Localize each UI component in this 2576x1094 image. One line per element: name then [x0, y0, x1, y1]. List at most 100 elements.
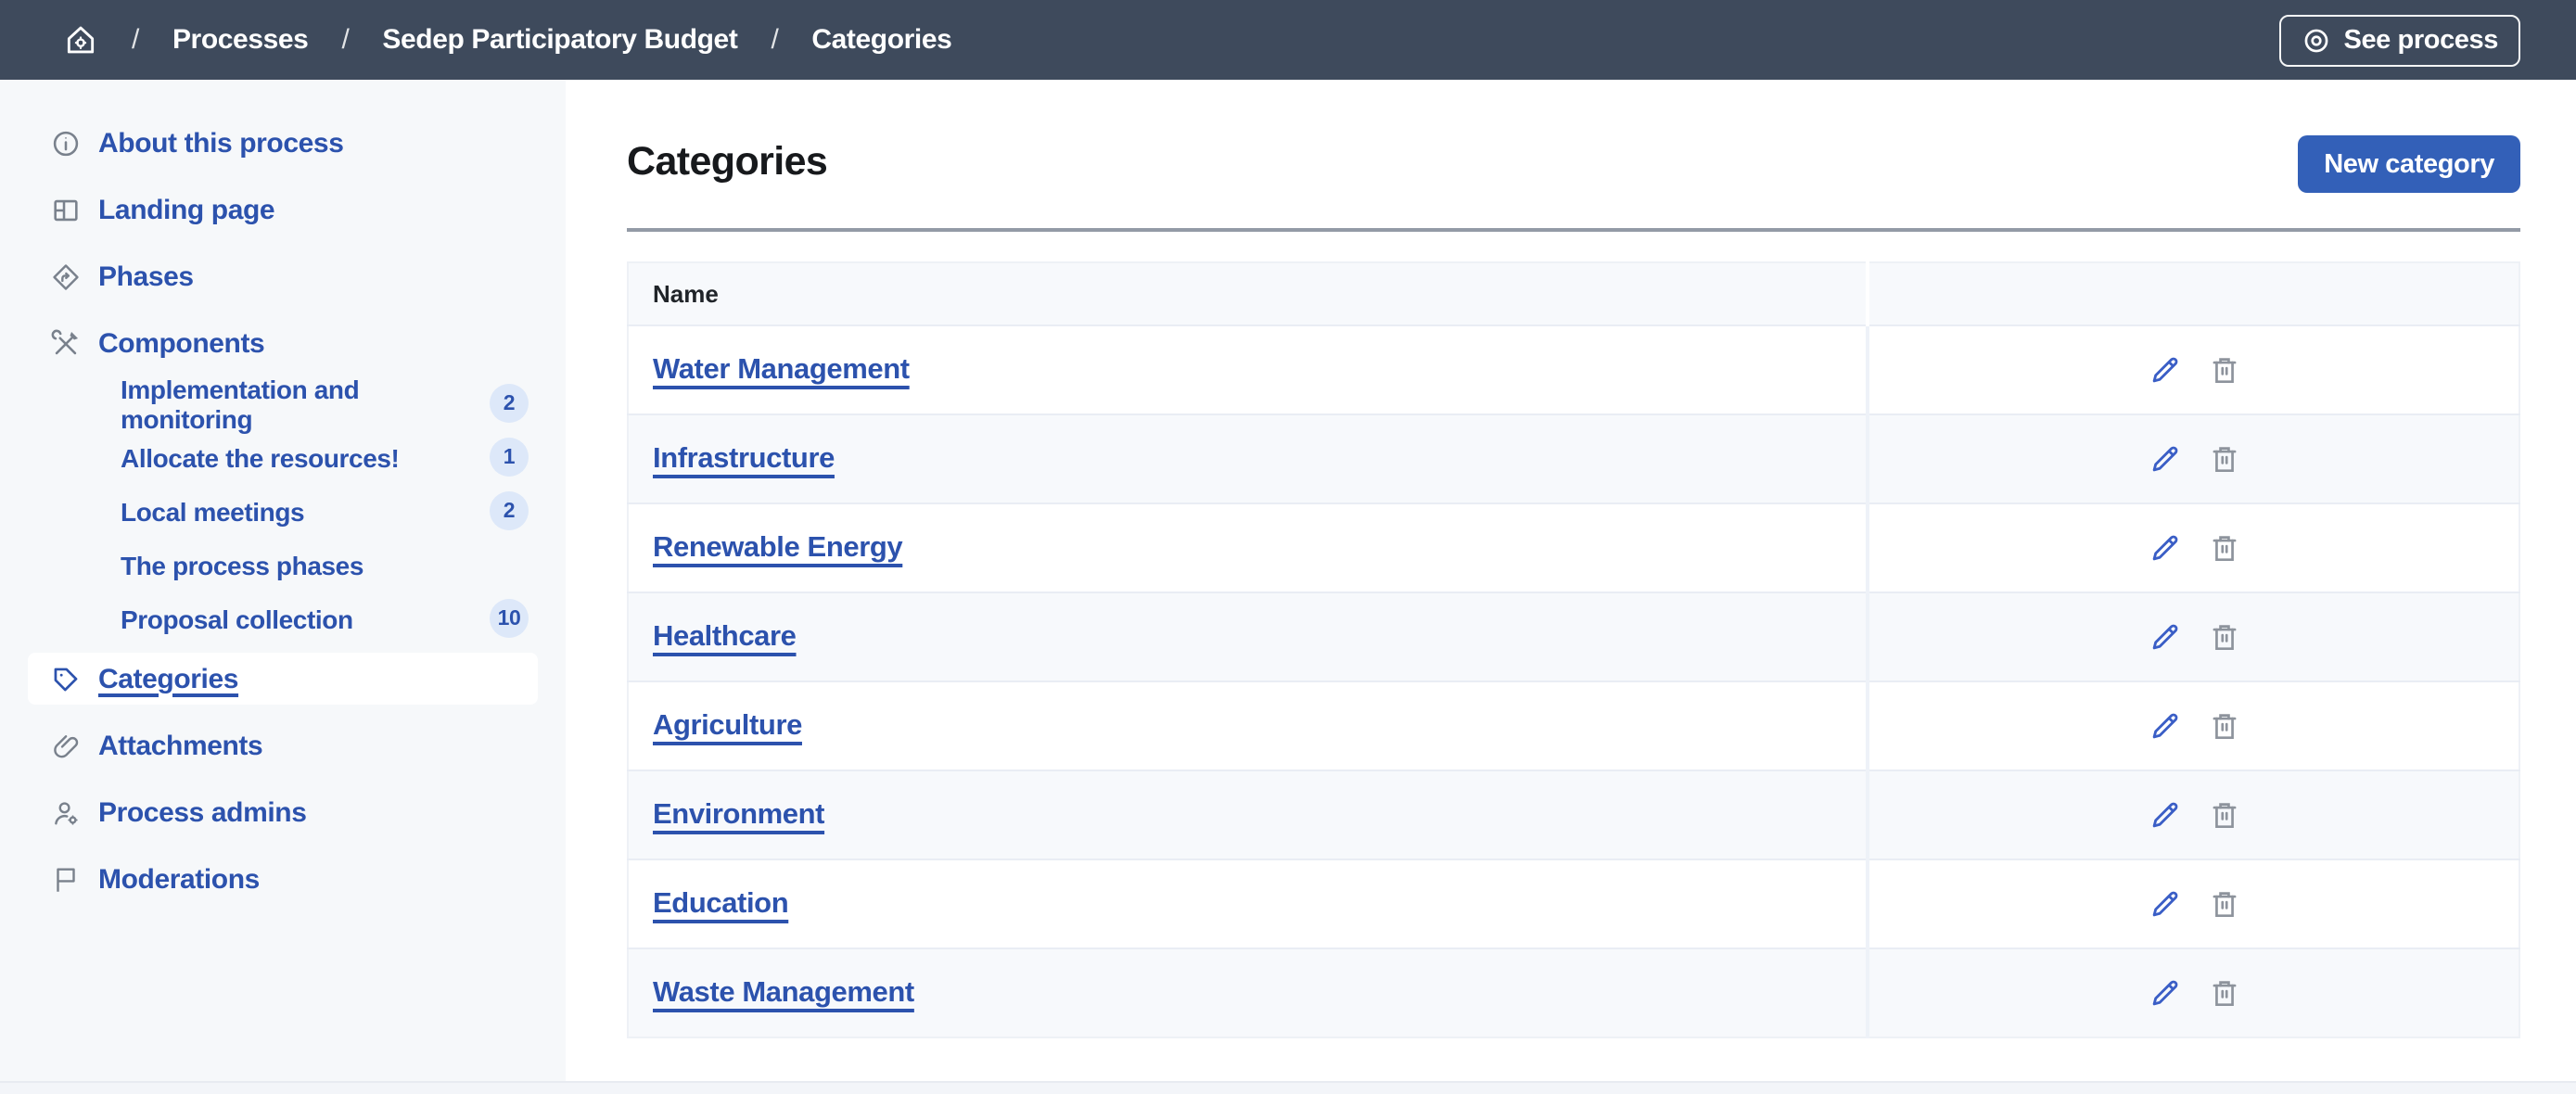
sidebar-subitem-local-meetings[interactable]: Local meetings 2	[0, 484, 566, 538]
count-badge: 2	[490, 491, 529, 530]
row-actions-cell	[1868, 503, 2519, 592]
table-row: Healthcare	[628, 592, 2519, 681]
category-link[interactable]: Environment	[653, 798, 824, 830]
breadcrumb-separator: /	[341, 24, 349, 56]
count-badge: 1	[490, 438, 529, 477]
delete-button[interactable]	[2206, 352, 2241, 388]
edit-button[interactable]	[2147, 530, 2182, 566]
edit-button[interactable]	[2147, 619, 2182, 655]
row-actions-cell	[1868, 948, 2519, 1037]
sidebar-subitem-proposal-collection[interactable]: Proposal collection10	[0, 592, 566, 645]
sidebar-item-landing-page[interactable]: Landing page	[0, 176, 566, 243]
sidebar-subitem-the-process-phases[interactable]: The process phases	[0, 538, 566, 592]
breadcrumb-separator: /	[771, 24, 778, 56]
sidebar-item-components[interactable]: Components	[0, 310, 566, 376]
moderations-icon	[50, 863, 82, 895]
title-divider	[627, 228, 2520, 232]
pencil-icon	[2147, 352, 2182, 388]
sidebar-item-label: Process admins	[98, 796, 307, 828]
sidebar-item-label: Landing page	[98, 194, 274, 225]
sidebar-item-process-admins[interactable]: Process admins	[0, 779, 566, 846]
trash-icon	[2206, 619, 2241, 655]
delete-button[interactable]	[2206, 975, 2241, 1011]
sidebar-item-about-this-process[interactable]: About this process	[0, 109, 566, 176]
category-link[interactable]: Infrastructure	[653, 442, 835, 474]
edit-button[interactable]	[2147, 975, 2182, 1011]
process-admins-icon	[50, 796, 82, 828]
delete-button[interactable]	[2206, 530, 2241, 566]
new-category-button[interactable]: New category	[2298, 135, 2520, 193]
sidebar-item-label: Attachments	[98, 730, 262, 761]
row-actions	[1869, 797, 2519, 833]
trash-icon	[2206, 530, 2241, 566]
category-name-cell: Healthcare	[628, 592, 1868, 681]
edit-button[interactable]	[2147, 708, 2182, 744]
pencil-icon	[2147, 619, 2182, 655]
delete-button[interactable]	[2206, 708, 2241, 744]
category-link[interactable]: Waste Management	[653, 976, 914, 1008]
category-link[interactable]: Education	[653, 887, 788, 919]
category-name-cell: Environment	[628, 770, 1868, 859]
main-header: Categories New category	[627, 135, 2520, 193]
row-actions-cell	[1868, 592, 2519, 681]
delete-button[interactable]	[2206, 886, 2241, 922]
sidebar: About this process Landing page Phases Comp…	[0, 80, 566, 1094]
category-name-cell: Infrastructure	[628, 414, 1868, 503]
sidebar-item-categories[interactable]: Categories	[28, 653, 538, 705]
sidebar-subitem-allocate-the-resources[interactable]: Allocate the resources! 1	[0, 430, 566, 484]
sidebar-item-label: Phases	[98, 261, 194, 292]
sidebar-item-label: Categories	[98, 663, 238, 694]
admin-app: /Processes/Sedep Participatory Budget/Ca…	[0, 0, 2576, 1094]
delete-button[interactable]	[2206, 797, 2241, 833]
sidebar-subitem-implementation-and-monitoring[interactable]: Implementation and monitoring2	[0, 376, 566, 430]
sidebar-item-label: Components	[98, 327, 264, 359]
trash-icon	[2206, 441, 2241, 477]
edit-button[interactable]	[2147, 797, 2182, 833]
pencil-icon	[2147, 886, 2182, 922]
breadcrumb-item[interactable]: Categories	[811, 24, 951, 56]
breadcrumb: /Processes/Sedep Participatory Budget/Ca…	[63, 22, 951, 57]
edit-button[interactable]	[2147, 441, 2182, 477]
edit-button[interactable]	[2147, 886, 2182, 922]
category-name-cell: Water Management	[628, 325, 1868, 414]
main-content: Categories New category Name Water Manag…	[566, 80, 2576, 1083]
row-actions	[1869, 530, 2519, 566]
category-link[interactable]: Agriculture	[653, 709, 802, 741]
category-link[interactable]: Healthcare	[653, 620, 797, 652]
delete-button[interactable]	[2206, 441, 2241, 477]
breadcrumb-item[interactable]: Processes	[172, 24, 309, 56]
sidebar-item-phases[interactable]: Phases	[0, 243, 566, 310]
category-link[interactable]: Water Management	[653, 353, 910, 385]
edit-button[interactable]	[2147, 352, 2182, 388]
category-link[interactable]: Renewable Energy	[653, 531, 902, 563]
category-name-cell: Education	[628, 859, 1868, 948]
sidebar-subitem-label: Local meetings	[121, 496, 304, 526]
topbar: /Processes/Sedep Participatory Budget/Ca…	[0, 0, 2576, 80]
page-title: Categories	[627, 139, 827, 185]
sidebar-subitem-label: Implementation and monitoring	[121, 374, 490, 433]
see-process-button[interactable]: See process	[2279, 14, 2521, 66]
delete-button[interactable]	[2206, 619, 2241, 655]
pencil-icon	[2147, 441, 2182, 477]
table-row: Water Management	[628, 325, 2519, 414]
breadcrumb-item[interactable]: Sedep Participatory Budget	[382, 24, 737, 56]
category-name-cell: Waste Management	[628, 948, 1868, 1037]
row-actions-cell	[1868, 414, 2519, 503]
sidebar-item-moderations[interactable]: Moderations	[0, 846, 566, 912]
table-row: Agriculture	[628, 681, 2519, 770]
row-actions-cell	[1868, 770, 2519, 859]
table-row: Renewable Energy	[628, 503, 2519, 592]
sidebar-item-label: About this process	[98, 127, 344, 159]
home-icon[interactable]	[63, 22, 98, 57]
attachments-icon	[50, 730, 82, 761]
row-actions	[1869, 975, 2519, 1011]
table-row: Waste Management	[628, 948, 2519, 1037]
trash-icon	[2206, 797, 2241, 833]
sidebar-item-attachments[interactable]: Attachments	[0, 712, 566, 779]
row-actions-cell	[1868, 681, 2519, 770]
column-header-name: Name	[628, 262, 1868, 325]
phases-icon	[50, 261, 82, 292]
sidebar-subitem-label: Allocate the resources!	[121, 442, 399, 472]
column-header-actions	[1868, 262, 2519, 325]
components-icon	[50, 327, 82, 359]
